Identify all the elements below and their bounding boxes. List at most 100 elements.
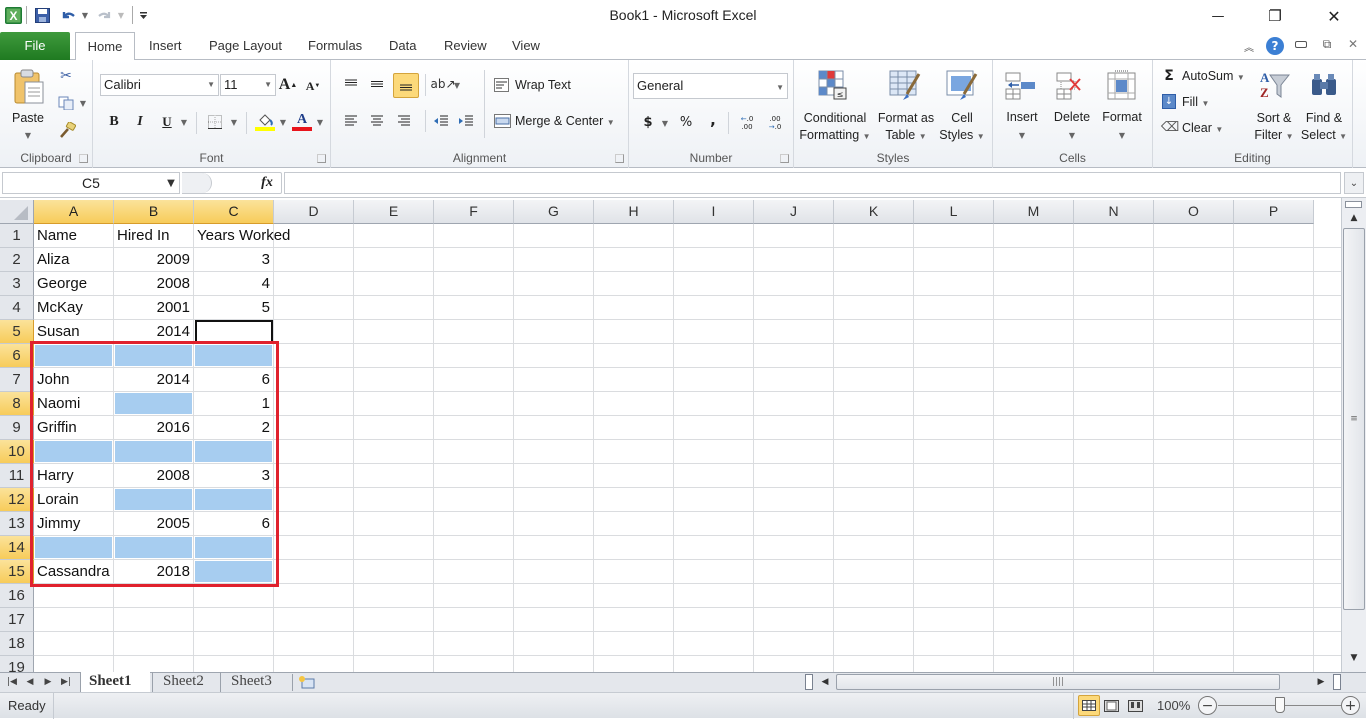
fill-color-icon[interactable] [255,112,275,132]
tab-home[interactable]: Home [75,32,135,61]
row-header-1[interactable]: 1 [0,224,34,248]
selected-cell-c10[interactable] [195,441,272,462]
delete-button[interactable]: Delete [1047,110,1097,124]
scroll-right-icon[interactable]: ▶ [1314,675,1328,689]
last-sheet-icon[interactable]: ▶| [60,675,72,689]
sheet-tab-sheet3[interactable]: Sheet3 [220,672,286,692]
cell-b13[interactable]: 2005 [114,512,193,535]
formula-bar-splitter[interactable] [182,173,212,193]
column-header-m[interactable]: M [994,200,1074,224]
cell-a3[interactable]: George [34,272,90,295]
fill-button[interactable]: Fill ▼ [1182,95,1209,109]
autosum-icon[interactable]: Σ [1162,68,1176,84]
next-sheet-icon[interactable]: ▶ [42,675,54,689]
row-header-11[interactable]: 11 [0,464,34,488]
selected-cell-a14[interactable] [35,537,112,558]
prev-sheet-icon[interactable]: ◀ [24,675,36,689]
row-header-13[interactable]: 13 [0,512,34,536]
cell-a9[interactable]: Griffin [34,416,80,439]
column-header-o[interactable]: O [1154,200,1234,224]
row-header-5[interactable]: 5 [0,320,34,344]
format-as-table-icon[interactable] [889,70,921,102]
fill-color-dropdown-icon[interactable]: ▼ [278,117,288,127]
insert-cells-icon[interactable] [1005,72,1037,102]
underline-button[interactable]: U [159,113,175,131]
row-header-10[interactable]: 10 [0,440,34,464]
cell-a12[interactable]: Lorain [34,488,82,511]
currency-dropdown-icon[interactable]: ▼ [660,118,670,128]
bottom-align-icon[interactable] [393,73,419,98]
minimize-ribbon-icon[interactable]: ︽ [1242,39,1256,54]
selected-cell-b8[interactable] [115,393,192,414]
orientation-icon[interactable]: ab↗ [430,76,455,92]
selected-cell-c6[interactable] [195,345,272,366]
split-box[interactable] [1333,674,1341,690]
cell-styles-button[interactable]: Cell Styles ▼ [939,110,985,145]
bold-button[interactable]: B [106,113,122,131]
format-dropdown-icon[interactable]: ▼ [1117,130,1127,140]
selected-cell-a6[interactable] [35,345,112,366]
column-header-a[interactable]: A [34,200,114,224]
close-button[interactable]: ✕ [1305,0,1363,32]
column-header-l[interactable]: L [914,200,994,224]
row-header-2[interactable]: 2 [0,248,34,272]
tab-data[interactable]: Data [381,32,424,60]
autosum-button[interactable]: AutoSum ▼ [1182,69,1245,83]
increase-decimal-icon[interactable]: ←.0.00 [736,114,758,132]
tab-file[interactable]: File [0,32,70,60]
underline-dropdown-icon[interactable]: ▼ [179,117,189,127]
align-right-icon[interactable] [396,114,412,128]
column-header-c[interactable]: C [194,200,274,224]
format-button[interactable]: Format [1097,110,1147,124]
clear-button[interactable]: Clear ▼ [1182,121,1223,135]
font-color-dropdown-icon[interactable]: ▼ [315,117,325,127]
cell-c4[interactable]: 5 [194,296,273,319]
insert-function-icon[interactable]: fx [256,174,278,192]
orientation-dropdown-icon[interactable]: ▼ [452,80,462,90]
selected-cell-b10[interactable] [115,441,192,462]
cell-c8[interactable]: 1 [194,392,273,415]
tab-split-handle[interactable] [805,674,813,690]
tab-review[interactable]: Review [436,32,495,60]
font-name-combobox[interactable]: Calibri ▼ [100,74,219,96]
minimize-button[interactable]: — [1189,0,1247,32]
number-format-combobox[interactable]: General ▼ [633,73,788,99]
column-header-b[interactable]: B [114,200,194,224]
format-as-table-button[interactable]: Format as Table ▼ [876,110,936,145]
select-all-corner[interactable] [0,200,34,224]
cell-a2[interactable]: Aliza [34,248,73,271]
copy-icon[interactable] [58,95,74,111]
tab-insert[interactable]: Insert [141,32,190,60]
cell-c11[interactable]: 3 [194,464,273,487]
cell-a15[interactable]: Cassandra [34,560,113,583]
restore-button[interactable]: ❐ [1246,0,1304,32]
cell-a13[interactable]: Jimmy [34,512,83,535]
worksheet-grid[interactable]: A B C D E F G H I J K L M N O P 1 2 3 4 5 6 7 8 9 10 11 12 13 14 15 16 1… [0,200,1341,672]
borders-icon[interactable] [207,114,223,130]
cell-b11[interactable]: 2008 [114,464,193,487]
formula-input[interactable] [284,172,1341,194]
delete-cells-icon[interactable] [1056,72,1088,102]
row-header-18[interactable]: 18 [0,632,34,656]
cell-c13[interactable]: 6 [194,512,273,535]
column-header-i[interactable]: I [674,200,754,224]
row-header-12[interactable]: 12 [0,488,34,512]
cell-b9[interactable]: 2016 [114,416,193,439]
cell-c7[interactable]: 6 [194,368,273,391]
zoom-out-icon[interactable]: − [1198,696,1217,715]
page-break-preview-icon[interactable] [1126,697,1144,714]
wrap-text-button[interactable]: Wrap Text [515,78,571,92]
page-layout-view-icon[interactable] [1102,697,1120,714]
name-box-dropdown-icon[interactable]: ▼ [165,177,177,189]
paste-icon[interactable] [12,68,46,106]
tab-view[interactable]: View [504,32,548,60]
row-header-19[interactable]: 19 [0,656,34,672]
workbook-restore-icon[interactable]: ⧉ [1320,37,1334,51]
cell-b4[interactable]: 2001 [114,296,193,319]
name-box[interactable]: C5 [2,172,180,194]
increase-indent-icon[interactable] [457,114,475,128]
zoom-slider-thumb[interactable] [1274,697,1285,713]
selected-cell-b12[interactable] [115,489,192,510]
column-header-g[interactable]: G [514,200,594,224]
sheet-tab-sheet2[interactable]: Sheet2 [152,672,218,692]
